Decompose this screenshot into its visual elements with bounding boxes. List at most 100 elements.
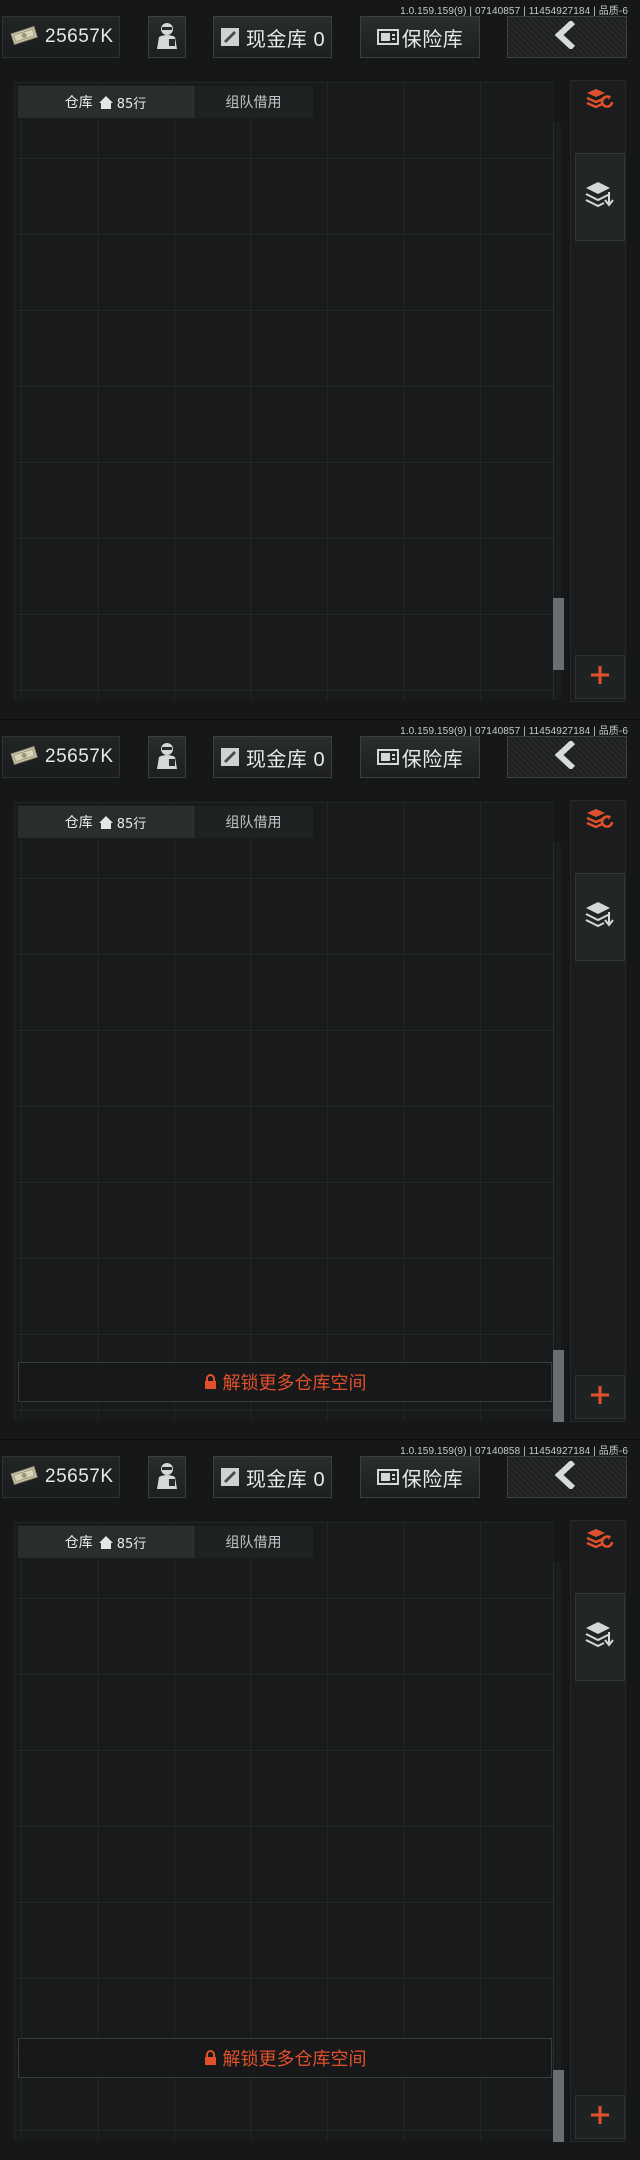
- sort-button[interactable]: [575, 1523, 625, 1559]
- plus-icon: [590, 665, 610, 689]
- money-value: 25657K: [45, 746, 114, 767]
- tab-team-borrow[interactable]: 组队借用: [193, 1526, 313, 1558]
- stack-download-icon: [584, 1620, 616, 1654]
- back-button[interactable]: [507, 1456, 627, 1498]
- warehouse-grid[interactable]: [14, 82, 554, 700]
- stack-download-icon: [584, 900, 616, 934]
- add-button[interactable]: [575, 2095, 625, 2139]
- safe-button[interactable]: 保险库: [360, 16, 480, 58]
- sidebar: [570, 800, 626, 1422]
- warehouse-tabs: 仓库 85行 组队借用: [18, 806, 313, 838]
- chevron-left-icon: [554, 739, 579, 773]
- chevron-left-icon: [554, 19, 579, 53]
- add-button[interactable]: [575, 655, 625, 699]
- top-bar: 25657K 现金库 0 保险库: [0, 736, 640, 782]
- cash-vault-button[interactable]: 现金库 0: [213, 1456, 332, 1498]
- home-icon: [98, 1535, 113, 1549]
- safe-label: 保险库: [401, 748, 464, 771]
- safe-icon: [376, 29, 399, 45]
- safe-button[interactable]: 保险库: [360, 1456, 480, 1498]
- soldier-icon: [154, 20, 180, 54]
- cash-vault-button[interactable]: 现金库 0: [213, 16, 332, 58]
- tab-warehouse[interactable]: 仓库 85行: [18, 86, 193, 118]
- cash-vault-label: 现金库 0: [245, 28, 326, 51]
- character-button[interactable]: [148, 16, 186, 58]
- stack-items-button[interactable]: [575, 1593, 625, 1681]
- back-button[interactable]: [507, 736, 627, 778]
- stack-items-button[interactable]: [575, 153, 625, 241]
- tab-warehouse-label: 仓库: [64, 1535, 93, 1551]
- unlock-storage-button[interactable]: 解锁更多仓库空间: [18, 1362, 552, 1402]
- tab-team-borrow-label: 组队借用: [225, 1535, 282, 1551]
- tab-team-borrow-label: 组队借用: [225, 95, 282, 111]
- safe-icon: [376, 1469, 399, 1485]
- row-count: 85行: [116, 96, 147, 112]
- warehouse-screen: 1.0.159.159(9) | 07140858 | 11454927184 …: [0, 1440, 640, 2160]
- add-button[interactable]: [575, 1375, 625, 1419]
- tab-warehouse-label: 仓库: [64, 815, 93, 831]
- version-info: 1.0.159.159(9) | 07140857 | 11454927184 …: [400, 6, 628, 17]
- cash-vault-button[interactable]: 现金库 0: [213, 736, 332, 778]
- sort-button[interactable]: [575, 803, 625, 839]
- character-button[interactable]: [148, 1456, 186, 1498]
- cash-icon: [9, 1465, 39, 1489]
- stack-items-button[interactable]: [575, 873, 625, 961]
- cash-vault-label: 现金库 0: [245, 1468, 326, 1491]
- safe-button[interactable]: 保险库: [360, 736, 480, 778]
- plus-icon: [590, 1385, 610, 1409]
- money-value: 25657K: [45, 26, 114, 47]
- scrollbar-track[interactable]: [553, 842, 561, 1420]
- back-button[interactable]: [507, 16, 627, 58]
- tab-warehouse[interactable]: 仓库 85行: [18, 806, 193, 838]
- safe-icon: [376, 749, 399, 765]
- row-count: 85行: [116, 1536, 147, 1552]
- sidebar: [570, 1520, 626, 2142]
- home-icon: [98, 815, 113, 829]
- money-display: 25657K: [2, 16, 120, 58]
- tab-team-borrow[interactable]: 组队借用: [193, 806, 313, 838]
- home-icon: [98, 95, 113, 109]
- tab-warehouse-label: 仓库: [64, 95, 93, 111]
- top-bar: 25657K 现金库 0 保险库: [0, 16, 640, 62]
- scrollbar-thumb[interactable]: [553, 2070, 564, 2142]
- lock-icon: [204, 2050, 217, 2066]
- scrollbar-thumb[interactable]: [553, 598, 564, 670]
- sort-layers-icon: [585, 808, 615, 834]
- safe-label: 保险库: [401, 1468, 464, 1491]
- soldier-icon: [154, 1460, 180, 1494]
- cash-vault-label: 现金库 0: [245, 748, 326, 771]
- wallet-icon: [220, 1467, 240, 1487]
- row-count: 85行: [116, 816, 147, 832]
- unlock-label: 解锁更多仓库空间: [222, 2049, 367, 2070]
- version-info: 1.0.159.159(9) | 07140858 | 11454927184 …: [400, 1446, 628, 1457]
- tab-team-borrow[interactable]: 组队借用: [193, 86, 313, 118]
- scrollbar-track[interactable]: [553, 1562, 561, 2140]
- warehouse-tabs: 仓库 85行 组队借用: [18, 1526, 313, 1558]
- soldier-icon: [154, 740, 180, 774]
- wallet-icon: [220, 27, 240, 47]
- warehouse-screen: 1.0.159.159(9) | 07140857 | 11454927184 …: [0, 720, 640, 1440]
- chevron-left-icon: [554, 1459, 579, 1493]
- character-button[interactable]: [148, 736, 186, 778]
- money-display: 25657K: [2, 1456, 120, 1498]
- cash-icon: [9, 25, 39, 49]
- stack-download-icon: [584, 180, 616, 214]
- unlock-label: 解锁更多仓库空间: [222, 1373, 367, 1394]
- lock-icon: [204, 1374, 217, 1390]
- sidebar: [570, 80, 626, 702]
- warehouse-screen: 1.0.159.159(9) | 07140857 | 11454927184 …: [0, 0, 640, 720]
- unlock-storage-button[interactable]: 解锁更多仓库空间: [18, 2038, 552, 2078]
- tab-team-borrow-label: 组队借用: [225, 815, 282, 831]
- money-display: 25657K: [2, 736, 120, 778]
- tab-warehouse[interactable]: 仓库 85行: [18, 1526, 193, 1558]
- version-info: 1.0.159.159(9) | 07140857 | 11454927184 …: [400, 726, 628, 737]
- plus-icon: [590, 2105, 610, 2129]
- money-value: 25657K: [45, 1466, 114, 1487]
- warehouse-tabs: 仓库 85行 组队借用: [18, 86, 313, 118]
- warehouse-grid[interactable]: [14, 802, 554, 1420]
- sort-layers-icon: [585, 1528, 615, 1554]
- scrollbar-thumb[interactable]: [553, 1350, 564, 1422]
- wallet-icon: [220, 747, 240, 767]
- sort-button[interactable]: [575, 83, 625, 119]
- top-bar: 25657K 现金库 0 保险库: [0, 1456, 640, 1502]
